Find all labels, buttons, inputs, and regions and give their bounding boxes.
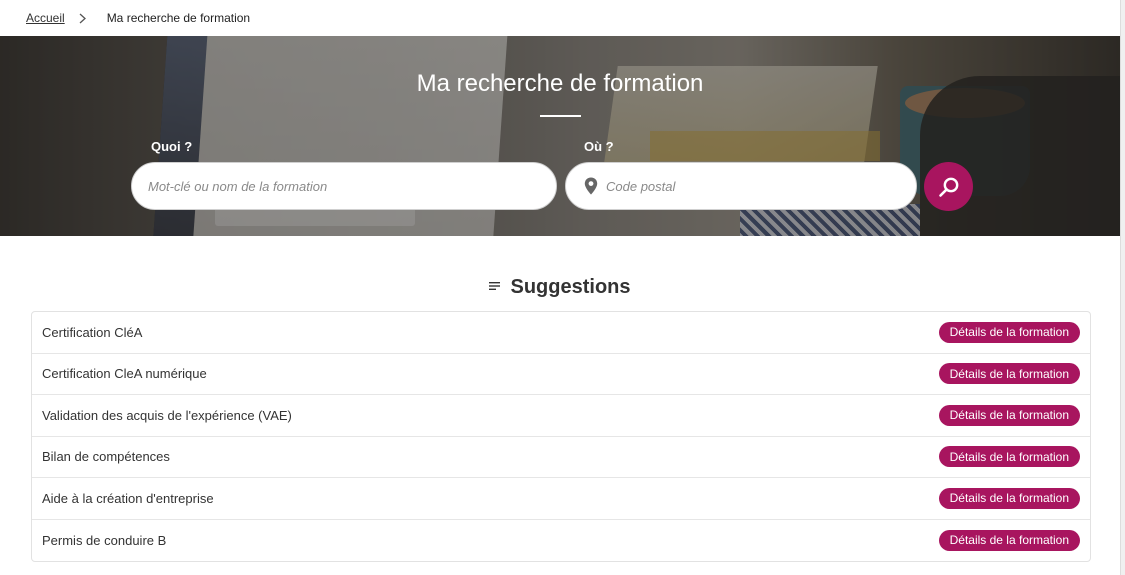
list-item: Validation des acquis de l'expérience (V… [32,395,1090,437]
page-scrollbar[interactable] [1120,0,1125,575]
page-title: Ma recherche de formation [416,70,704,97]
details-button[interactable]: Détails de la formation [938,321,1080,343]
search-button[interactable] [924,162,973,211]
list-icon [489,280,501,292]
list-item: Aide à la création d'entreprise Détails … [32,478,1090,520]
breadcrumb-home-link[interactable]: Accueil [26,11,65,25]
suggestions-heading: Suggestions [0,276,1120,299]
suggestions-list: Certification CléA Détails de la formati… [31,311,1091,562]
keyword-field [131,162,557,210]
details-button[interactable]: Détails de la formation [938,529,1080,551]
suggestion-name: Certification CleA numérique [42,366,207,382]
chevron-right-icon [65,11,101,25]
details-button[interactable]: Détails de la formation [938,363,1080,385]
postal-code-input[interactable] [606,163,916,209]
details-button[interactable]: Détails de la formation [938,487,1080,509]
details-button[interactable]: Détails de la formation [938,404,1080,426]
breadcrumb-current: Ma recherche de formation [106,11,251,25]
keyword-input[interactable] [148,163,556,209]
what-label: Quoi ? [151,139,193,154]
search-icon [938,177,958,197]
suggestion-name: Aide à la création d'entreprise [42,490,214,506]
suggestion-name: Certification CléA [42,324,143,340]
details-button[interactable]: Détails de la formation [938,446,1080,468]
map-pin-icon [584,177,598,195]
list-item: Certification CléA Détails de la formati… [32,312,1090,354]
list-item: Certification CleA numérique Détails de … [32,354,1090,395]
list-item: Permis de conduire B Détails de la forma… [32,520,1090,562]
suggestion-name: Bilan de compétences [42,449,170,465]
breadcrumb: Accueil Ma recherche de formation [0,0,1120,36]
postal-code-field [565,162,917,210]
list-item: Bilan de compétences Détails de la forma… [32,437,1090,478]
hero-banner: Ma recherche de formation Quoi ? Où ? [0,36,1120,236]
suggestions-title: Suggestions [510,276,631,298]
suggestion-name: Permis de conduire B [42,532,167,548]
where-label: Où ? [584,139,614,154]
title-divider [540,115,581,117]
suggestion-name: Validation des acquis de l'expérience (V… [42,407,292,423]
